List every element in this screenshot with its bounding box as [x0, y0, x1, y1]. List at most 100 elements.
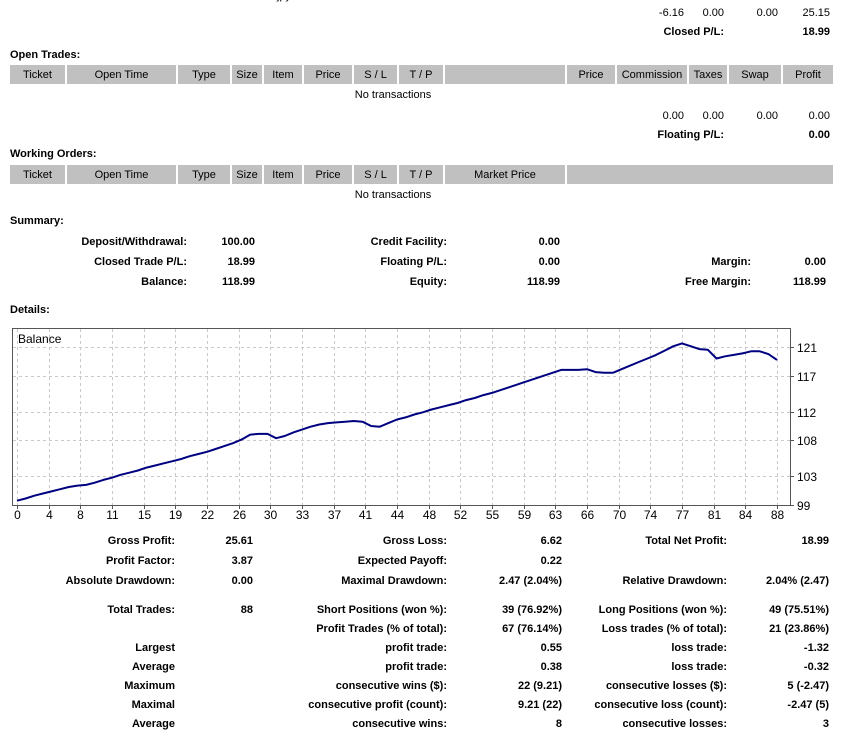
- summary-table: Deposit/Withdrawal:100.00Credit Facility…: [8, 232, 831, 292]
- stat-label: Loss trades (% of total):: [567, 619, 730, 638]
- working-orders-empty: No transactions: [8, 189, 778, 201]
- open-trades-col-t-p: T / P: [399, 65, 443, 84]
- working-orders-col-ticket: Ticket: [10, 165, 65, 184]
- stat-value: 0.00: [180, 571, 256, 591]
- x-tick-label: 37: [321, 508, 349, 522]
- stat-value: 2.47 (2.04%): [452, 571, 565, 591]
- stat-label: Maximal Drawdown:: [258, 571, 450, 591]
- x-tick-label: 33: [289, 508, 317, 522]
- stat-label: Gross Loss:: [258, 531, 450, 551]
- working-orders-col-item: Item: [264, 165, 302, 184]
- stat-label: consecutive losses:: [567, 714, 730, 733]
- stat-label: profit trade:: [258, 657, 450, 676]
- stat-value: 3.87: [180, 551, 256, 571]
- stat-value: 5 (-2.47): [732, 676, 832, 695]
- summary-row: Closed Trade P/L:18.99Floating P/L:0.00M…: [10, 252, 829, 272]
- x-tick-label: 4: [36, 508, 64, 522]
- stat-value: [180, 619, 256, 638]
- stat-label: Average: [10, 657, 178, 676]
- x-tick-label: 74: [637, 508, 665, 522]
- floating-pl-row: Floating P/L: 0.00: [10, 124, 833, 145]
- stat-label: Expected Payoff:: [258, 551, 450, 571]
- y-tick-label: 108: [797, 434, 817, 448]
- summary-label: Balance:: [10, 272, 190, 292]
- clipped-row-fragment: jpy: [277, 0, 291, 2]
- x-tick-label: 15: [131, 508, 159, 522]
- stat-value: [180, 714, 256, 733]
- stat-label: [10, 619, 178, 638]
- closed-pl-table: -6.16 0.00 0.00 25.15 Closed P/L: 18.99: [8, 4, 835, 42]
- pl-totals-row: -6.16 0.00 0.00 25.15: [10, 4, 833, 21]
- stat-value: 25.61: [180, 531, 256, 551]
- stat-label: profit trade:: [258, 638, 450, 657]
- working-orders-col-market-price: Market Price: [445, 165, 565, 184]
- stat-row: Profit Trades (% of total):67 (76.14%)Lo…: [10, 619, 832, 638]
- stat-row: Maximum consecutive wins ($):22 (9.21)con…: [10, 676, 832, 695]
- stat-row: Averageprofit trade:0.38loss trade:-0.32: [10, 657, 832, 676]
- stat-label: Short Positions (won %):: [258, 600, 450, 619]
- chart-legend-balance: Balance: [18, 332, 61, 346]
- stat-value: 9.21 (22): [452, 695, 565, 714]
- stat-label: Maximal: [10, 695, 178, 714]
- open-trades-col-price: Price: [304, 65, 352, 84]
- summary-row: Balance:118.99Equity:118.99Free Margin:1…: [10, 272, 829, 292]
- working-orders-col-blank: [567, 165, 833, 184]
- x-tick-label: 66: [574, 508, 602, 522]
- stat-value: 3: [732, 714, 832, 733]
- details-title: Details:: [10, 304, 50, 316]
- stats-table-profit: Gross Profit:25.61Gross Loss:6.62Total N…: [8, 531, 834, 591]
- summary-value: 118.99: [452, 272, 563, 292]
- stat-row: Gross Profit:25.61Gross Loss:6.62Total N…: [10, 531, 832, 551]
- summary-value: 118.99: [192, 272, 258, 292]
- working-orders-col-type: Type: [178, 165, 230, 184]
- stat-row: Maximalconsecutive profit (count):9.21 (…: [10, 695, 832, 714]
- stat-label: Profit Trades (% of total):: [258, 619, 450, 638]
- swap-total: 0.00: [729, 107, 781, 124]
- stat-label: Maximum: [10, 676, 178, 695]
- x-tick-label: 77: [669, 508, 697, 522]
- open-trades-col-size: Size: [232, 65, 262, 84]
- open-trades-col-swap: Swap: [729, 65, 781, 84]
- open-totals-row: 0.00 0.00 0.00 0.00: [10, 107, 833, 124]
- open-trades-header-row: TicketOpen TimeTypeSizeItemPriceS / LT /…: [10, 65, 833, 84]
- x-tick-label: 88: [764, 508, 792, 522]
- stat-label: Total Trades:: [10, 600, 178, 619]
- x-tick-label: 84: [732, 508, 760, 522]
- summary-label: Deposit/Withdrawal:: [10, 232, 190, 252]
- summary-row: Deposit/Withdrawal:100.00Credit Facility…: [10, 232, 829, 252]
- x-axis-labels: 0481115192226303337414448525559636670747…: [12, 508, 812, 522]
- stat-value: 67 (76.14%): [452, 619, 565, 638]
- stat-value: 22 (9.21): [452, 676, 565, 695]
- x-tick-label: 59: [511, 508, 539, 522]
- stat-value: -1.32: [732, 638, 832, 657]
- x-tick-label: 26: [226, 508, 254, 522]
- stat-label: consecutive wins ($):: [258, 676, 450, 695]
- x-tick-label: 52: [447, 508, 475, 522]
- stat-value: -2.47 (5): [732, 695, 832, 714]
- open-trades-title: Open Trades:: [10, 49, 80, 61]
- summary-label: Closed Trade P/L:: [10, 252, 190, 272]
- stat-label: Total Net Profit:: [567, 531, 730, 551]
- summary-value: 18.99: [192, 252, 258, 272]
- x-tick-label: 11: [99, 508, 127, 522]
- stat-label: consecutive losses ($):: [567, 676, 730, 695]
- stat-label: Absolute Drawdown:: [10, 571, 178, 591]
- stat-value: 88: [180, 600, 256, 619]
- x-tick-label: 70: [606, 508, 634, 522]
- open-trades-col-open-time: Open Time: [67, 65, 176, 84]
- open-trades-table: TicketOpen TimeTypeSizeItemPriceS / LT /…: [8, 65, 835, 84]
- stat-value: [180, 695, 256, 714]
- taxes-total: 0.00: [689, 4, 727, 21]
- stat-label: consecutive wins:: [258, 714, 450, 733]
- working-orders-col-s-l: S / L: [354, 165, 397, 184]
- stat-value: 39 (76.92%): [452, 600, 565, 619]
- stat-label: Long Positions (won %):: [567, 600, 730, 619]
- balance-chart: Balance: [12, 328, 802, 512]
- stat-value: 0.55: [452, 638, 565, 657]
- stat-value: 49 (75.51%): [732, 600, 832, 619]
- mt4-account-statement: jpy -6.16 0.00 0.00 25.15 Closed P/L: 18…: [0, 0, 844, 739]
- open-trades-col-s-l: S / L: [354, 65, 397, 84]
- stat-label: consecutive loss (count):: [567, 695, 730, 714]
- stat-value: 0.38: [452, 657, 565, 676]
- stat-value: [732, 551, 832, 571]
